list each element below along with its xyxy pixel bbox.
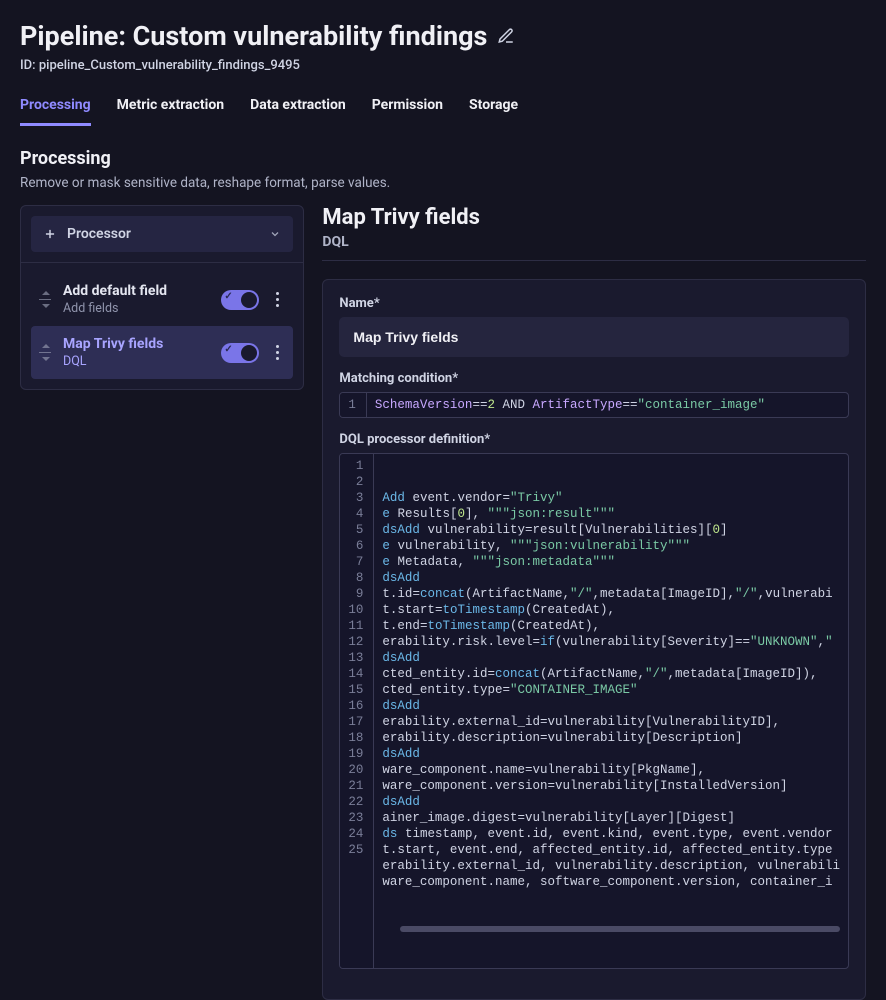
processor-list-panel: Processor Add default field Add fields M… [20, 205, 304, 390]
more-menu-icon[interactable] [269, 345, 285, 360]
more-menu-icon[interactable] [269, 292, 285, 307]
edit-icon[interactable] [497, 27, 515, 45]
tab-processing[interactable]: Processing [20, 91, 91, 126]
processor-toggle[interactable] [221, 343, 259, 363]
pipeline-id: ID: pipeline_Custom_vulnerability_findin… [20, 58, 866, 73]
processor-item-map-trivy[interactable]: Map Trivy fields DQL [31, 326, 293, 379]
add-processor-label: Processor [67, 226, 259, 242]
horizontal-scrollbar[interactable] [400, 926, 840, 932]
matching-condition-editor[interactable]: 1 SchemaVersion==2 AND ArtifactType=="co… [339, 392, 849, 418]
name-label: Name* [339, 296, 849, 311]
dql-label: DQL processor definition* [339, 432, 849, 447]
editor-subtitle: DQL [322, 234, 866, 250]
drag-handle-icon[interactable] [39, 291, 53, 308]
processor-type: Add fields [63, 301, 211, 316]
divider [21, 262, 303, 263]
processor-toggle[interactable] [221, 290, 259, 310]
tabs: Processing Metric extraction Data extrac… [20, 91, 866, 126]
section-title: Processing [20, 148, 866, 169]
tab-metric-extraction[interactable]: Metric extraction [117, 91, 224, 126]
page-title: Pipeline: Custom vulnerability findings [20, 20, 487, 52]
matching-label: Matching condition* [339, 371, 849, 386]
tab-data-extraction[interactable]: Data extraction [250, 91, 346, 126]
dql-editor[interactable]: 1234567891011121314151617181920212223242… [339, 453, 849, 969]
add-processor-dropdown[interactable]: Processor [31, 216, 293, 252]
processor-editor: Map Trivy fields DQL Name* Matching cond… [322, 205, 866, 1000]
section-desc: Remove or mask sensitive data, reshape f… [20, 175, 866, 191]
chevron-down-icon [269, 228, 281, 240]
divider [322, 260, 866, 261]
drag-handle-icon[interactable] [39, 344, 53, 361]
name-input[interactable] [339, 317, 849, 357]
processor-title: Map Trivy fields [63, 336, 211, 352]
plus-icon [43, 227, 57, 241]
processor-type: DQL [63, 354, 211, 369]
processor-title: Add default field [63, 283, 211, 299]
tab-permission[interactable]: Permission [372, 91, 443, 126]
editor-form: Name* Matching condition* 1 SchemaVersio… [322, 279, 866, 1000]
tab-storage[interactable]: Storage [469, 91, 518, 126]
processor-item-add-default-field[interactable]: Add default field Add fields [31, 273, 293, 326]
editor-title: Map Trivy fields [322, 205, 866, 230]
